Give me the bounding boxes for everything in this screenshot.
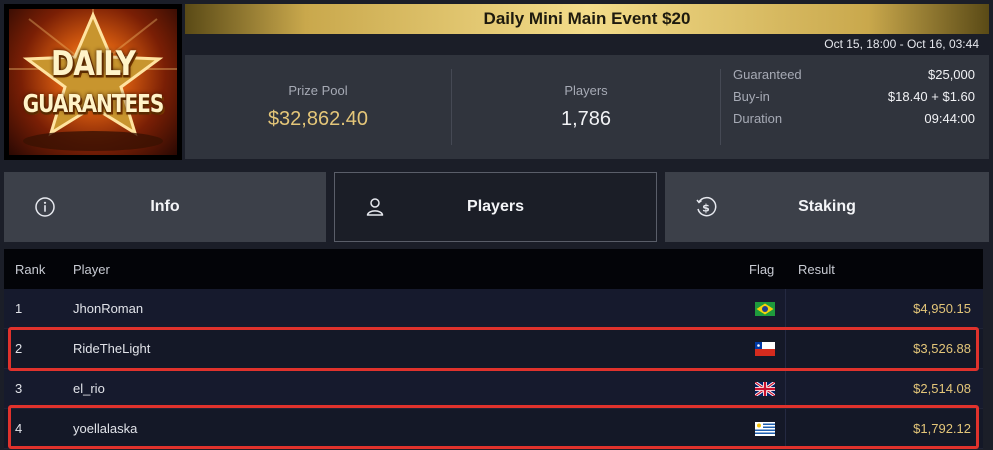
- detail-buy-in: Buy-in $18.40 + $1.60: [733, 89, 975, 111]
- prize-pool-label: Prize Pool: [288, 83, 348, 98]
- detail-duration: Duration 09:44:00: [733, 111, 975, 133]
- svg-text:$: $: [702, 202, 710, 215]
- detail-guaranteed: Guaranteed $25,000: [733, 67, 975, 89]
- table-row[interactable]: 4 yoellalaska $1,792.12: [4, 409, 983, 449]
- tournament-details: Guaranteed $25,000 Buy-in $18.40 + $1.60…: [721, 55, 989, 159]
- chile-flag-icon: [744, 341, 785, 356]
- brazil-flag-icon: [744, 301, 785, 316]
- prize-pool-value: $32,862.40: [267, 108, 369, 130]
- detail-label: Buy-in: [733, 89, 770, 104]
- event-date-range: Oct 15, 18:00 - Oct 16, 03:44: [824, 37, 979, 51]
- row-rank: 2: [15, 341, 23, 356]
- row-player: JhonRoman: [73, 301, 144, 316]
- user-icon: [366, 198, 384, 216]
- table-row[interactable]: 1 JhonRoman $4,950.15: [4, 289, 983, 329]
- header-rank[interactable]: Rank: [4, 262, 73, 277]
- table-header: Rank Player Flag Result: [4, 249, 983, 289]
- row-player: yoellalaska: [73, 421, 138, 436]
- players-stat: Players 1,786: [452, 55, 720, 159]
- tab-players-label: Players: [467, 198, 524, 215]
- row-result: $1,792.12: [913, 421, 971, 436]
- row-player: RideTheLight: [73, 341, 151, 356]
- tab-staking[interactable]: $ Staking: [665, 172, 989, 242]
- detail-value: $25,000: [928, 67, 975, 82]
- logo-daily-text: DAILY: [50, 43, 136, 84]
- players-label: Players: [564, 83, 608, 98]
- tab-info[interactable]: Info: [4, 172, 326, 242]
- row-result: $3,526.88: [913, 341, 971, 356]
- detail-value: 09:44:00: [924, 111, 975, 126]
- row-player: el_rio: [73, 381, 105, 396]
- row-rank: 4: [15, 421, 23, 436]
- header-flag[interactable]: Flag: [744, 262, 785, 277]
- table-row[interactable]: 2 RideTheLight $3,526.88: [4, 329, 983, 369]
- tab-players[interactable]: Players: [334, 172, 657, 242]
- header-player[interactable]: Player: [73, 262, 744, 277]
- tab-bar: Info Players $ Staking: [4, 172, 989, 242]
- row-rank: 1: [15, 301, 23, 316]
- event-title-bar: Daily Mini Main Event $20: [185, 4, 989, 34]
- row-result: $2,514.08: [913, 381, 971, 396]
- detail-label: Guaranteed: [733, 67, 802, 82]
- prize-pool-stat: Prize Pool $32,862.40: [185, 55, 451, 159]
- table-row[interactable]: 3 el_rio $2,514.08: [4, 369, 983, 409]
- dollar-coin-icon: $: [696, 196, 717, 217]
- row-rank: 3: [15, 381, 23, 396]
- row-result: $4,950.15: [913, 301, 971, 316]
- uk-flag-icon: [744, 381, 785, 396]
- info-icon: [35, 197, 55, 217]
- tab-info-label: Info: [150, 198, 180, 215]
- stats-panel: Prize Pool $32,862.40 Players 1,786 Guar…: [185, 55, 989, 159]
- uruguay-flag-icon: [744, 421, 785, 436]
- tab-staking-label: Staking: [798, 198, 856, 215]
- players-value: 1,786: [560, 108, 612, 130]
- detail-value: $18.40 + $1.60: [887, 89, 975, 104]
- logo-guarantees-text: GUARANTEES: [22, 88, 165, 118]
- tournament-logo: DAILY GUARANTEES: [4, 4, 182, 160]
- detail-label: Duration: [733, 111, 783, 126]
- players-table: Rank Player Flag Result 1 JhonRoman $4,9…: [4, 249, 983, 449]
- header-result[interactable]: Result: [786, 262, 983, 277]
- event-title: Daily Mini Main Event $20: [483, 9, 691, 28]
